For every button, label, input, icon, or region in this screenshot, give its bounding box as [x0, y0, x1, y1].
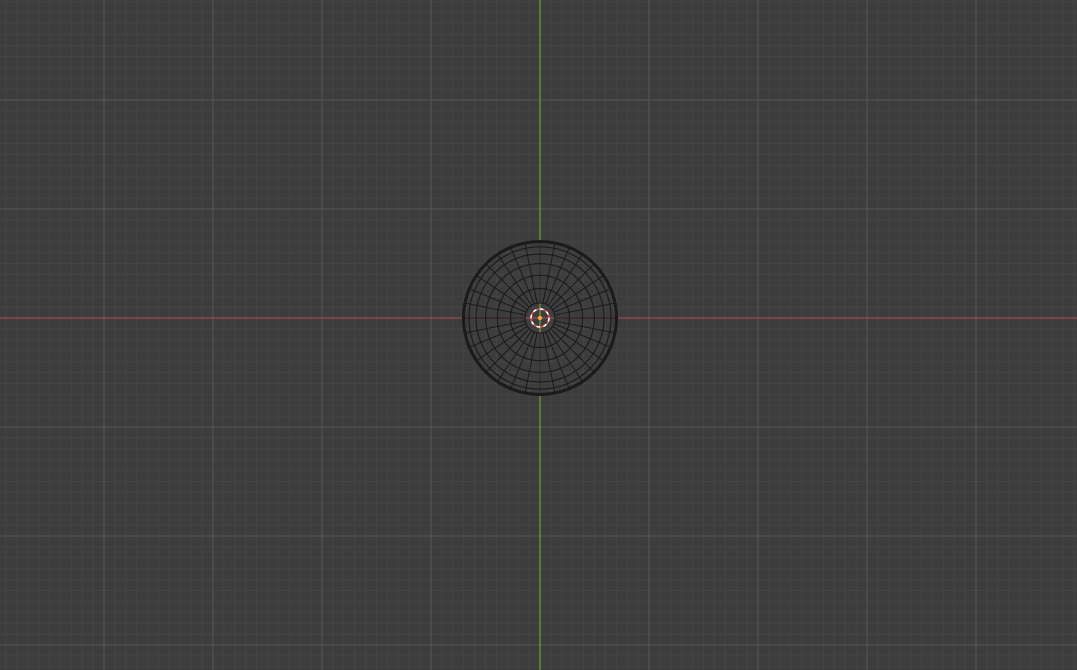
- sphere-meridian: [468, 288, 527, 313]
- sphere-meridian: [545, 246, 570, 305]
- sphere-meridian: [524, 242, 538, 304]
- object-origin-dot: [537, 315, 543, 321]
- sphere-meridian: [510, 331, 535, 390]
- sphere-meridian: [553, 323, 612, 348]
- sphere-meridian: [464, 302, 526, 316]
- 3d-viewport[interactable]: [0, 0, 1077, 670]
- viewport-canvas[interactable]: [0, 0, 1077, 670]
- sphere-meridian: [542, 332, 556, 394]
- sphere-meridian: [464, 320, 526, 334]
- sphere-meridian: [468, 323, 527, 348]
- sphere-meridian: [510, 246, 535, 305]
- sphere-meridian: [554, 302, 616, 316]
- sphere-meridian: [554, 320, 616, 334]
- grid-major-lines: [0, 0, 1077, 670]
- sphere-meridian: [542, 242, 556, 304]
- sphere-meridian: [553, 288, 612, 313]
- sphere-meridian: [524, 332, 538, 394]
- sphere-meridian: [545, 331, 570, 390]
